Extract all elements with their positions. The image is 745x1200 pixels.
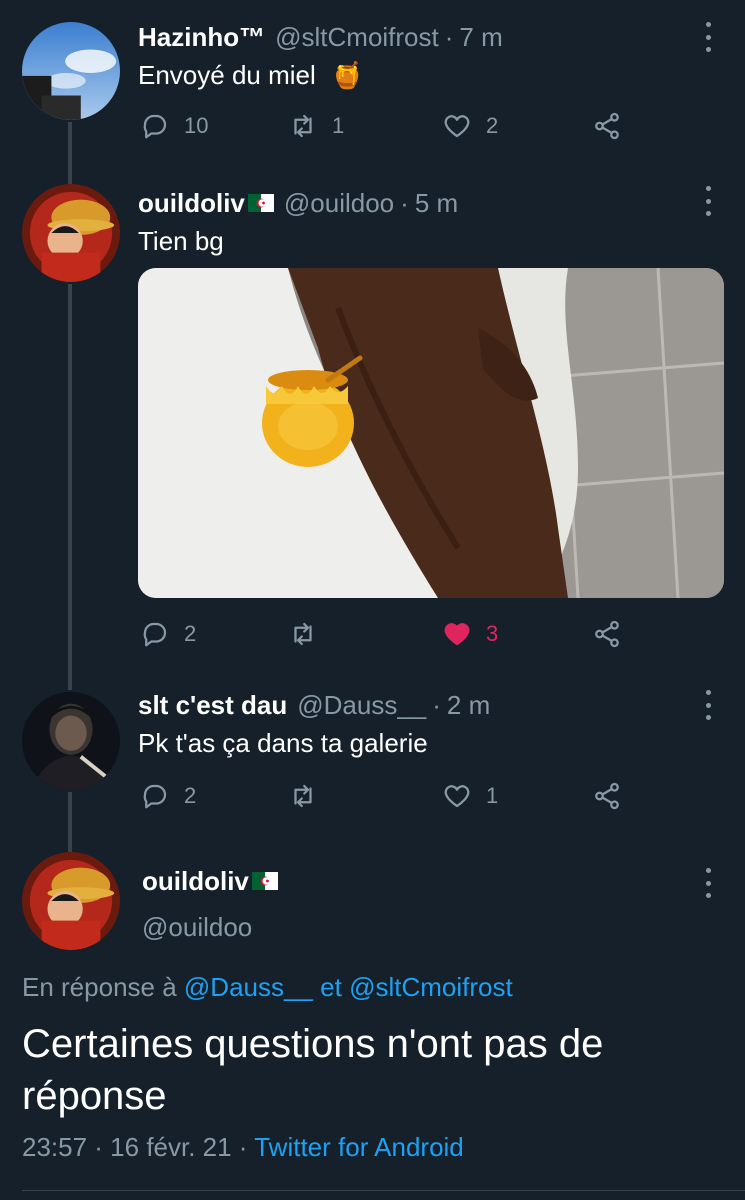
share-button[interactable]	[592, 776, 622, 816]
main-tweet-username: @ouildoo	[142, 910, 252, 944]
reply-button[interactable]: 10	[140, 106, 208, 146]
more-options-icon[interactable]	[701, 690, 715, 720]
tweet-header: slt c'est dau @Dauss__ · 2 m	[138, 688, 490, 722]
reply-and: et	[320, 972, 342, 1002]
tweet-actions: 2 1	[138, 776, 638, 816]
like-count: 3	[486, 621, 499, 646]
more-options-icon[interactable]	[701, 868, 715, 898]
algeria-flag-icon	[251, 872, 278, 890]
display-name[interactable]: ouildoliv	[138, 188, 245, 219]
more-options-icon[interactable]	[701, 186, 715, 216]
share-icon	[595, 112, 619, 140]
separator-dot: ·	[400, 187, 409, 218]
tweet[interactable]: ouildoliv @ouildoo · 5 m Tien bg 2 3	[0, 170, 745, 690]
reply-icon	[143, 784, 167, 809]
reply-button[interactable]: 2	[140, 776, 196, 816]
like-button[interactable]: 3	[442, 614, 498, 654]
retweet-button[interactable]	[288, 776, 332, 816]
tweet-text: Tien bg	[138, 226, 224, 256]
tweet[interactable]: Hazinho™ @sltCmoifrost · 7 m Envoyé du m…	[0, 0, 745, 170]
timestamp[interactable]: 5 m	[415, 188, 458, 219]
like-count: 2	[486, 113, 499, 138]
more-options-icon[interactable]	[701, 22, 715, 52]
separator-dot: ·	[432, 689, 441, 720]
tweet-header: ouildoliv @ouildoo · 5 m	[138, 186, 458, 220]
retweet-icon	[294, 114, 312, 138]
avatar[interactable]	[22, 184, 120, 282]
reply-icon	[143, 622, 167, 647]
tweet-source-link[interactable]: Twitter for Android	[254, 1132, 464, 1162]
reply-count: 2	[184, 783, 197, 808]
heart-icon	[444, 115, 470, 138]
reply-count: 2	[184, 621, 197, 646]
retweet-icon	[294, 784, 312, 808]
tweet-timestamp[interactable]: 23:57 · 16 févr. 21 ·	[22, 1132, 247, 1162]
heart-filled-icon	[444, 623, 470, 646]
share-button[interactable]	[592, 106, 622, 146]
tweet-header: Hazinho™ @sltCmoifrost · 7 m	[138, 20, 503, 54]
avatar[interactable]	[22, 692, 120, 790]
like-button[interactable]: 2	[442, 106, 498, 146]
display-name[interactable]: Hazinho™	[138, 22, 265, 53]
tweet-text: Pk t'as ça dans ta galerie	[138, 728, 428, 758]
avatar[interactable]	[22, 852, 120, 950]
share-icon	[595, 782, 619, 810]
divider	[22, 1190, 745, 1191]
share-icon	[595, 620, 619, 648]
share-button[interactable]	[592, 614, 622, 654]
timestamp[interactable]: 7 m	[459, 22, 502, 53]
mention-link[interactable]: @Dauss__	[184, 972, 313, 1002]
algeria-flag-icon	[247, 194, 274, 212]
reply-count: 10	[184, 113, 209, 138]
mention-link[interactable]: @sltCmoifrost	[349, 972, 513, 1002]
reply-icon	[143, 114, 167, 139]
honey-pot-emoji: 🍯	[331, 60, 364, 90]
reply-prefix: En réponse à	[22, 972, 177, 1002]
reply-context: En réponse à @Dauss__ et @sltCmoifrost	[22, 972, 513, 1003]
like-count: 1	[486, 783, 499, 808]
retweet-button[interactable]: 1	[288, 106, 344, 146]
like-button[interactable]: 1	[442, 776, 498, 816]
tweet-thread: Hazinho™ @sltCmoifrost · 7 m Envoyé du m…	[0, 0, 745, 1200]
username[interactable]: @ouildoo	[142, 912, 252, 943]
timestamp[interactable]: 2 m	[447, 690, 490, 721]
tweet-meta: 23:57 · 16 févr. 21 · Twitter for Androi…	[22, 1132, 464, 1163]
retweet-button[interactable]	[288, 614, 332, 654]
tweet-actions: 2 3	[138, 614, 638, 654]
tweet-image[interactable]	[138, 268, 724, 598]
tweet[interactable]: slt c'est dau @Dauss__ · 2 m Pk t'as ça …	[0, 680, 745, 840]
username[interactable]: @ouildoo	[284, 188, 394, 219]
separator-dot: ·	[444, 21, 454, 52]
main-tweet-header: ouildoliv	[142, 864, 278, 898]
tweet-actions: 10 1 2	[138, 106, 638, 146]
username[interactable]: @sltCmoifrost	[275, 22, 439, 53]
heart-icon	[444, 785, 470, 808]
display-name[interactable]: ouildoliv	[142, 866, 249, 897]
reply-button[interactable]: 2	[140, 614, 196, 654]
avatar[interactable]	[22, 22, 120, 120]
main-tweet-text: Certaines questions n'ont pas de réponse	[22, 1022, 604, 1118]
retweet-icon	[294, 622, 312, 646]
tweet-text-content: Envoyé du miel	[138, 60, 316, 90]
username[interactable]: @Dauss__	[297, 690, 426, 721]
display-name[interactable]: slt c'est dau	[138, 690, 287, 721]
retweet-count: 1	[332, 113, 345, 138]
tweet-text: Envoyé du miel 🍯	[138, 60, 363, 91]
